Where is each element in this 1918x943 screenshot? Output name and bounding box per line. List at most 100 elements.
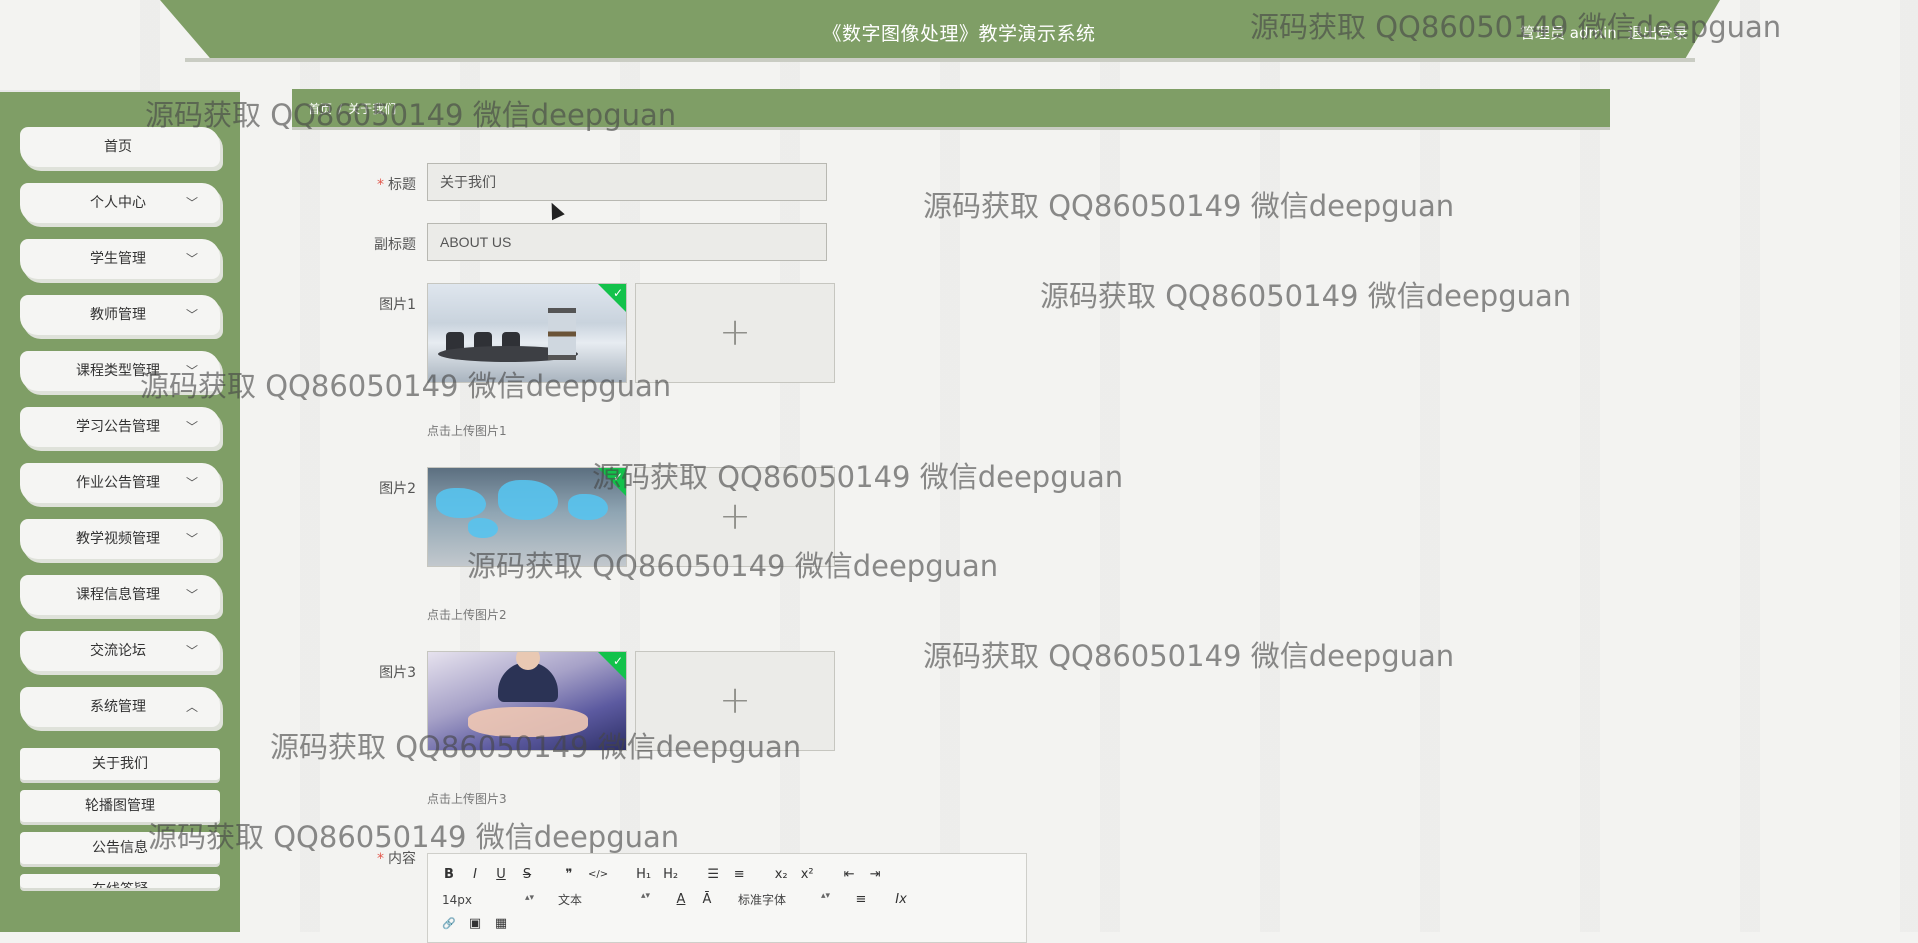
bold-icon[interactable]: B — [442, 867, 456, 882]
link-icon[interactable]: 🔗 — [442, 917, 456, 930]
chevron-down-icon: ﹀ — [185, 644, 198, 658]
background-color-icon[interactable]: Ā — [700, 892, 714, 907]
chevron-down-icon: ﹀ — [185, 588, 198, 602]
subtitle-input[interactable]: ABOUT US — [427, 223, 827, 261]
sidebar-item-forum[interactable]: 交流论坛 ﹀ — [20, 631, 220, 671]
mouse-cursor — [545, 199, 565, 221]
content-label: * 内容 — [296, 848, 416, 868]
sidebar-subitem-about-us[interactable]: 关于我们 — [20, 748, 220, 780]
indent-icon[interactable]: ⇥ — [868, 867, 882, 882]
image-detail — [498, 480, 558, 520]
chevron-down-icon: ﹀ — [185, 420, 198, 434]
text-style-select[interactable]: 文本 ▴▾ — [558, 891, 650, 908]
sidebar-item-course-info[interactable]: 课程信息管理 ﹀ — [20, 575, 220, 615]
breadcrumb-home[interactable]: 首页 — [308, 102, 332, 116]
picture3-upload-button[interactable]: + — [635, 651, 835, 751]
sidebar-item-label: 课程信息管理 — [76, 587, 160, 603]
sidebar-item-label: 学生管理 — [90, 251, 146, 267]
breadcrumb: 首页 / 关于我们 — [308, 100, 396, 117]
picture2-label: 图片2 — [379, 481, 416, 497]
sidebar-subitem-qa[interactable]: 在线答疑 — [20, 874, 220, 888]
font-color-icon[interactable]: A — [674, 892, 688, 907]
image-detail — [436, 488, 486, 518]
picture3-label: 图片3 — [379, 665, 416, 681]
font-family-select[interactable]: 标准字体 ▴▾ — [738, 891, 830, 908]
sidebar-item-students[interactable]: 学生管理 ﹀ — [20, 239, 220, 279]
chevron-down-icon: ﹀ — [185, 308, 198, 322]
code-block-icon[interactable]: </> — [588, 869, 608, 880]
picture3-tip: 点击上传图片3 — [427, 792, 507, 806]
editor-toolbar-row3: 🔗 ▣ ▦ — [442, 916, 520, 931]
image-detail — [468, 707, 588, 737]
check-icon: ✓ — [612, 470, 623, 484]
sidebar-item-system[interactable]: 系统管理 ︿ — [20, 687, 220, 727]
breadcrumb-separator: / — [338, 102, 343, 116]
content-label-text: 内容 — [388, 851, 416, 867]
chevron-down-icon: ﹀ — [185, 364, 198, 378]
chevron-down-icon: ﹀ — [185, 252, 198, 266]
required-mark: * — [377, 851, 384, 867]
breadcrumb-bar: 首页 / 关于我们 — [292, 89, 1610, 130]
picture1-upload-button[interactable]: + — [635, 283, 835, 383]
logout-link[interactable]: 退出登录 — [1628, 24, 1688, 42]
title-label: * 标题 — [296, 174, 416, 194]
user-area: 管理员 admin 退出登录 — [1520, 22, 1694, 43]
breadcrumb-current: 关于我们 — [348, 102, 397, 116]
chevron-up-icon: ︿ — [185, 700, 198, 714]
chevron-down-icon: ﹀ — [185, 532, 198, 546]
sidebar-item-teachers[interactable]: 教师管理 ﹀ — [20, 295, 220, 335]
sidebar-item-personal-center[interactable]: 个人中心 ﹀ — [20, 183, 220, 223]
select-arrow-icon: ▴▾ — [524, 892, 534, 903]
hourglass-image — [548, 308, 576, 360]
underline-icon[interactable]: U — [494, 867, 508, 882]
required-mark: * — [377, 177, 384, 193]
picture1-label: 图片1 — [379, 297, 416, 313]
sidebar-item-label: 个人中心 — [90, 195, 146, 211]
editor-toolbar-row2: 14px ▴▾ 文本 ▴▾ A Ā 标准字体 ▴▾ ≡ Ix — [442, 891, 920, 908]
picture3-thumbnail[interactable]: ✓ — [427, 651, 627, 751]
bullet-list-icon[interactable]: ≡ — [732, 867, 746, 882]
outdent-icon[interactable]: ⇤ — [842, 867, 856, 882]
select-arrow-icon: ▴▾ — [820, 891, 830, 901]
strikethrough-icon[interactable]: S — [520, 867, 534, 882]
heading2-icon[interactable]: H₂ — [663, 867, 678, 882]
sidebar-item-label: 教师管理 — [90, 307, 146, 323]
image-icon[interactable]: ▣ — [468, 916, 482, 931]
ordered-list-icon[interactable]: ☰ — [706, 867, 720, 882]
image-detail — [568, 494, 608, 520]
superscript-icon[interactable]: x² — [800, 867, 814, 882]
title-input[interactable]: 关于我们 — [427, 163, 827, 201]
watermark: 源码获取 QQ86050149 微信deepguan — [923, 189, 1455, 223]
subscript-icon[interactable]: x₂ — [774, 867, 788, 882]
picture2-tip: 点击上传图片2 — [427, 608, 507, 622]
rich-text-editor[interactable]: B I U S ❞ </> H₁ H₂ ☰ ≡ x₂ x² ⇤ ⇥ 14px ▴▾… — [427, 853, 1027, 943]
title-label-text: 标题 — [388, 177, 416, 193]
sidebar-item-label: 首页 — [104, 139, 132, 155]
align-icon[interactable]: ≡ — [854, 892, 868, 907]
sidebar-item-course-types[interactable]: 课程类型管理 ﹀ — [20, 351, 220, 391]
sidebar-subitem-notices[interactable]: 公告信息 — [20, 832, 220, 864]
sidebar-item-homework-notices[interactable]: 作业公告管理 ﹀ — [20, 463, 220, 503]
sidebar-subitem-carousel[interactable]: 轮播图管理 — [20, 790, 220, 822]
editor-toolbar-row1: B I U S ❞ </> H₁ H₂ ☰ ≡ x₂ x² ⇤ ⇥ — [442, 867, 894, 882]
clear-format-icon[interactable]: Ix — [894, 892, 908, 907]
video-icon[interactable]: ▦ — [494, 916, 508, 931]
picture1-thumbnail[interactable]: ✓ — [427, 283, 627, 383]
top-header: 《数字图像处理》教学演示系统 管理员 admin 退出登录 — [0, 0, 1918, 70]
picture2-upload-button[interactable]: + — [635, 467, 835, 567]
sidebar-item-study-notices[interactable]: 学习公告管理 ﹀ — [20, 407, 220, 447]
sidebar-item-label: 作业公告管理 — [76, 475, 160, 491]
sidebar-item-teaching-videos[interactable]: 教学视频管理 ﹀ — [20, 519, 220, 559]
watermark: 源码获取 QQ86050149 微信deepguan — [923, 639, 1455, 673]
subtitle-label: 副标题 — [374, 237, 416, 253]
font-size-select[interactable]: 14px ▴▾ — [442, 893, 534, 907]
heading1-icon[interactable]: H₁ — [636, 867, 651, 882]
watermark: 源码获取 QQ86050149 微信deepguan — [1040, 279, 1572, 313]
blockquote-icon[interactable]: ❞ — [562, 867, 576, 882]
image-detail — [468, 518, 498, 538]
background-pattern — [0, 0, 1918, 932]
italic-icon[interactable]: I — [468, 867, 482, 882]
sidebar-item-home[interactable]: 首页 — [20, 127, 220, 167]
picture2-thumbnail[interactable]: ✓ — [427, 467, 627, 567]
sidebar-item-label: 系统管理 — [90, 699, 146, 715]
